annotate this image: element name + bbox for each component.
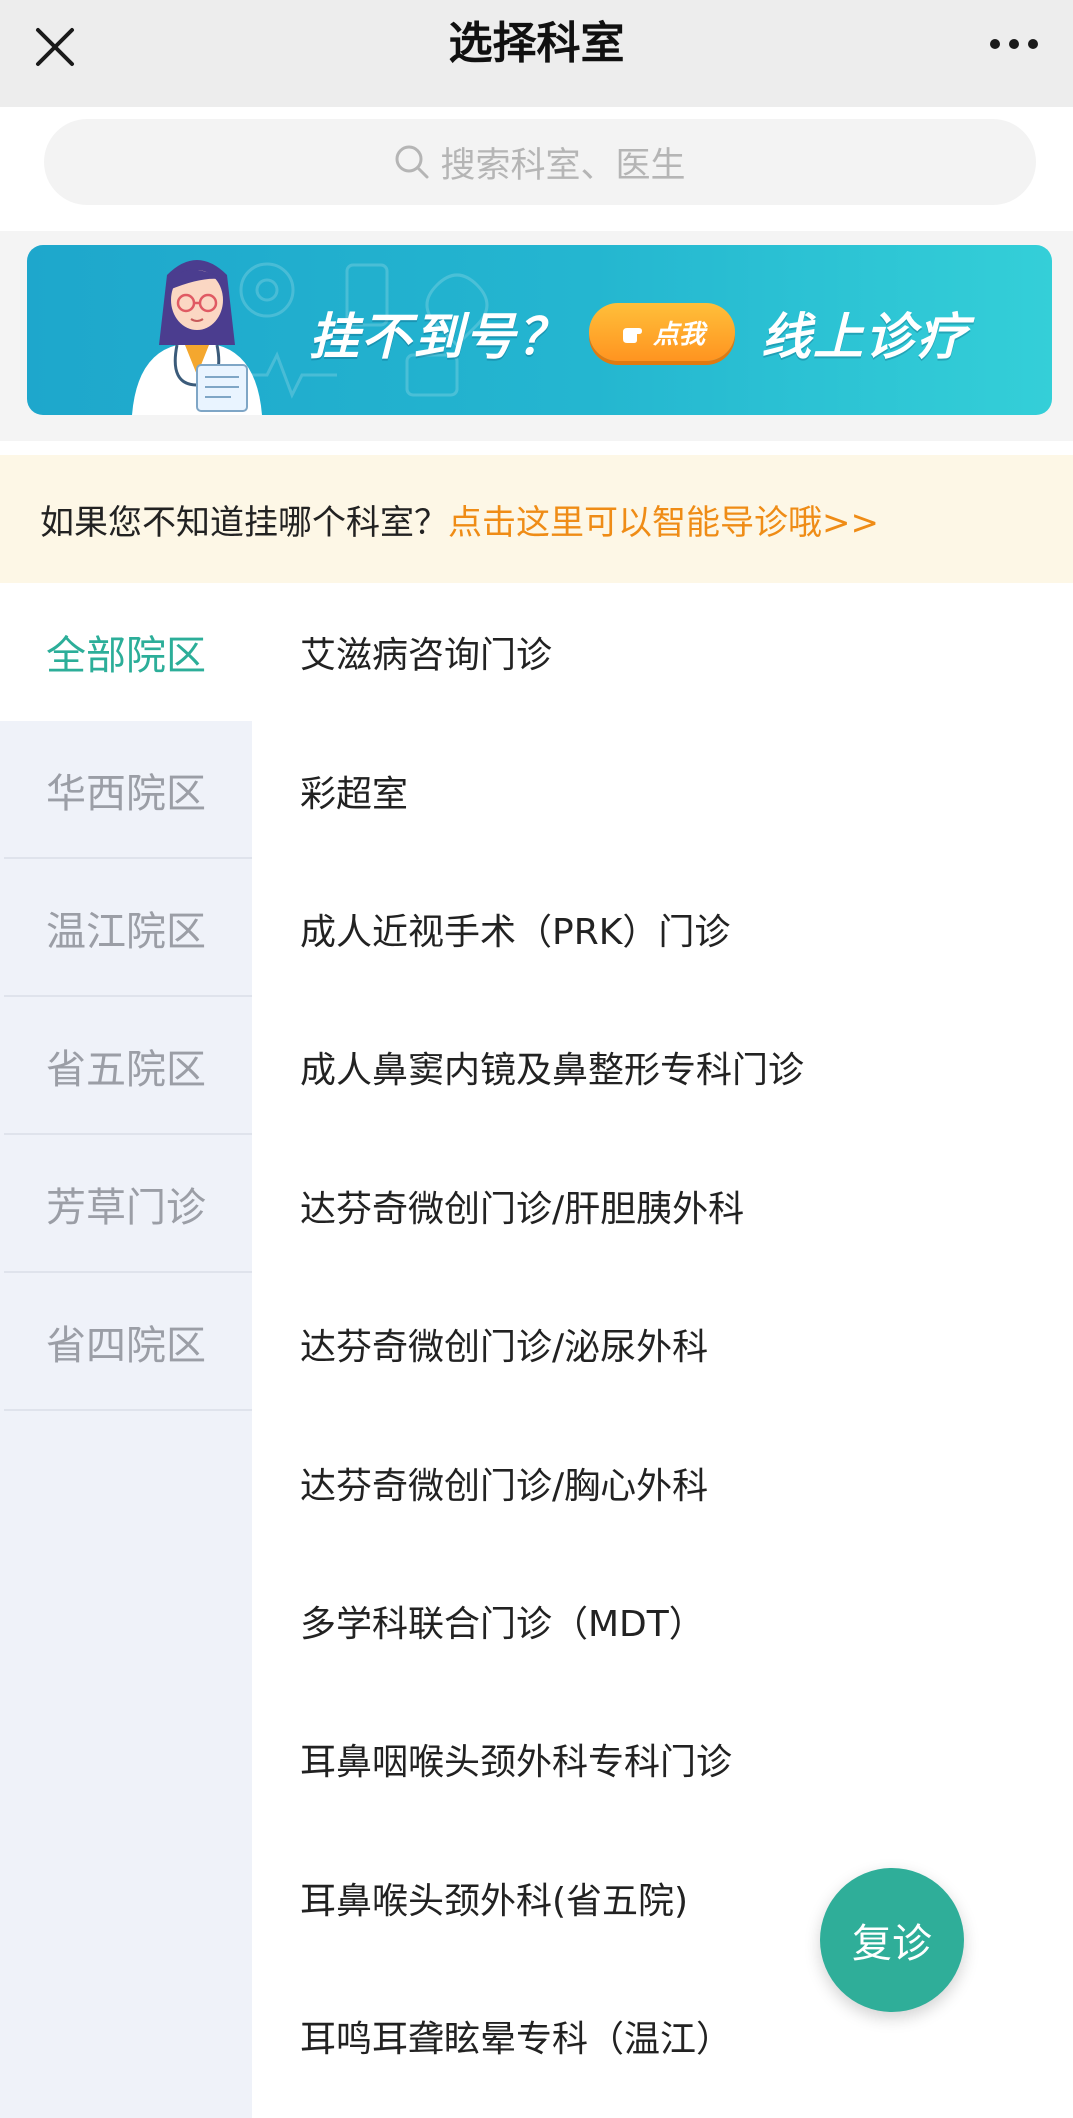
sidebar-item-label: 全部院区 [46,633,206,679]
banner-subheadline: 线上诊疗 [761,308,969,366]
list-item[interactable]: 达芬奇微创门诊/泌尿外科 [252,1275,1073,1413]
smart-guide-tip: 如果您不知道挂哪个科室？ 点击这里可以智能导诊哦>> [0,455,1073,583]
list-item[interactable]: 达芬奇微创门诊/胸心外科 [252,1413,1073,1551]
hand-pointer-icon [622,328,642,343]
more-icon [990,39,1000,49]
page-title: 选择科室 [448,18,625,69]
sidebar-item-label: 省四院区 [46,1323,206,1369]
sidebar-item-shengsi[interactable]: 省四院区 [0,1273,252,1411]
divider [0,231,1073,243]
top-bar: 选择科室 [0,0,1073,107]
sidebar-item-label: 芳草门诊 [46,1185,206,1231]
banner-area: 挂不到号？ 点我 线上诊疗 [0,243,1073,441]
sidebar-item-wenjiang[interactable]: 温江院区 [0,859,252,997]
sidebar-item-label: 省五院区 [46,1047,206,1093]
doctor-illustration [132,260,262,415]
list-item[interactable]: 耳鸣耳聋眩晕专科（温江） [252,1967,1073,2105]
search-icon [395,145,429,179]
list-item[interactable]: 彩超室 [252,721,1073,859]
banner-headline: 挂不到号？ [309,308,569,366]
sidebar-item-label: 温江院区 [46,909,206,955]
list-item[interactable]: 艾滋病咨询门诊 [252,583,1073,721]
sidebar-item-shengwu[interactable]: 省五院区 [0,997,252,1135]
sidebar-item-all-campus[interactable]: 全部院区 [0,583,252,721]
list-item[interactable]: 成人近视手术（PRK）门诊 [252,860,1073,998]
list-item[interactable]: 成人鼻窦内镜及鼻整形专科门诊 [252,998,1073,1136]
banner-click-button[interactable]: 点我 [589,303,735,361]
more-button[interactable] [979,24,1049,64]
banner-button-label: 点我 [652,319,705,350]
tip-text: 如果您不知道挂哪个科室？ [40,502,448,543]
department-list: 艾滋病咨询门诊 彩超室 成人近视手术（PRK）门诊 成人鼻窦内镜及鼻整形专科门诊… [252,583,1073,2118]
list-item[interactable]: 耳鼻咽喉头颈外科专科门诊 [252,1690,1073,1828]
search-area: 搜索科室、医生 [0,107,1073,231]
search-input[interactable]: 搜索科室、医生 [44,119,1036,205]
online-consult-banner[interactable]: 挂不到号？ 点我 线上诊疗 [27,245,1052,415]
list-item[interactable]: 达芬奇微创门诊/肝胆胰外科 [252,1137,1073,1275]
list-item[interactable]: 多学科联合门诊（MDT） [252,1552,1073,1690]
sidebar-item-label: 华西院区 [46,771,206,817]
sidebar-item-fangcao[interactable]: 芳草门诊 [0,1135,252,1273]
search-placeholder: 搜索科室、医生 [440,145,686,186]
revisit-button[interactable]: 复诊 [820,1868,964,2012]
campus-sidebar: 全部院区 华西院区 温江院区 省五院区 芳草门诊 省四院区 [0,583,252,2118]
sidebar-item-huaxi[interactable]: 华西院区 [0,721,252,859]
smart-guide-link[interactable]: 点击这里可以智能导诊哦>> [448,495,879,544]
